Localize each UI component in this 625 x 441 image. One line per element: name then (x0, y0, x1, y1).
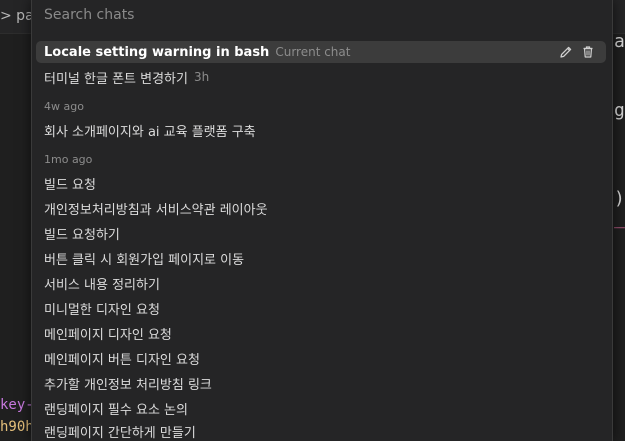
chat-item-label: 추가할 개인정보 처리방침 링크 (44, 377, 212, 393)
chat-item-label: 서비스 내용 정리하기 (44, 277, 160, 293)
chat-item-label: 버튼 클릭 시 회원가입 페이지로 이동 (44, 252, 245, 268)
chat-item-label: 개인정보처리방침과 서비스약관 레이아웃 (44, 202, 268, 218)
section-heading: 4w ago (44, 100, 84, 113)
chat-item-current[interactable]: Locale setting warning in bash Current c… (36, 41, 606, 63)
chat-item[interactable]: 랜딩페이지 간단하게 만들기 (36, 420, 606, 441)
trash-icon[interactable] (580, 44, 596, 60)
chat-item[interactable]: 버튼 클릭 시 회원가입 페이지로 이동 (36, 247, 606, 269)
chat-search-palette: Locale setting warning in bash Current c… (31, 0, 613, 441)
chat-item[interactable]: 빌드 요청 (36, 172, 606, 194)
chat-item[interactable]: 터미널 한글 폰트 변경하기 3h (36, 66, 606, 88)
code-fragment: _A (614, 208, 625, 229)
chat-item[interactable]: 추가할 개인정보 처리방침 링크 (36, 372, 606, 394)
chat-item-label: Locale setting warning in bash (44, 44, 270, 60)
chat-item[interactable]: 빌드 요청하기 (36, 222, 606, 244)
chat-item-label: 메인페이지 버튼 디자인 요청 (44, 352, 200, 368)
chat-item-label: 랜딩페이지 필수 요소 논의 (44, 402, 188, 418)
chat-item[interactable]: 서비스 내용 정리하기 (36, 272, 606, 294)
chat-item-label: 회사 소개페이지와 ai 교육 플랫폼 구축 (44, 124, 256, 140)
chat-item-label: 빌드 요청 (44, 177, 96, 193)
code-fragment: ) (614, 188, 625, 209)
code-fragment: g: (614, 100, 625, 121)
chat-item-label: 랜딩페이지 간단하게 만들기 (44, 425, 196, 441)
chat-item-label: 메인페이지 디자인 요청 (44, 327, 172, 343)
chat-item-label: 터미널 한글 폰트 변경하기 (44, 71, 188, 87)
chat-item[interactable]: 개인정보처리방침과 서비스약관 레이아웃 (36, 197, 606, 219)
chat-item[interactable]: 랜딩페이지 필수 요소 논의 (36, 397, 606, 419)
chat-item-actions (558, 44, 596, 60)
chat-item[interactable]: 메인페이지 디자인 요청 (36, 322, 606, 344)
chat-item-time: 3h (193, 70, 210, 84)
code-fragment: at (614, 31, 625, 52)
chat-item[interactable]: 회사 소개페이지와 ai 교육 플랫폼 구축 (36, 119, 606, 141)
current-chat-badge: Current chat (275, 45, 351, 59)
chat-item[interactable]: 미니멀한 디자인 요청 (36, 297, 606, 319)
chat-item-label: 빌드 요청하기 (44, 227, 120, 243)
search-chats-input[interactable] (40, 0, 608, 30)
chat-item[interactable]: 메인페이지 버튼 디자인 요청 (36, 347, 606, 369)
chat-item-label: 미니멀한 디자인 요청 (44, 302, 160, 318)
pencil-icon[interactable] (558, 44, 574, 60)
section-heading: 1mo ago (44, 153, 93, 166)
